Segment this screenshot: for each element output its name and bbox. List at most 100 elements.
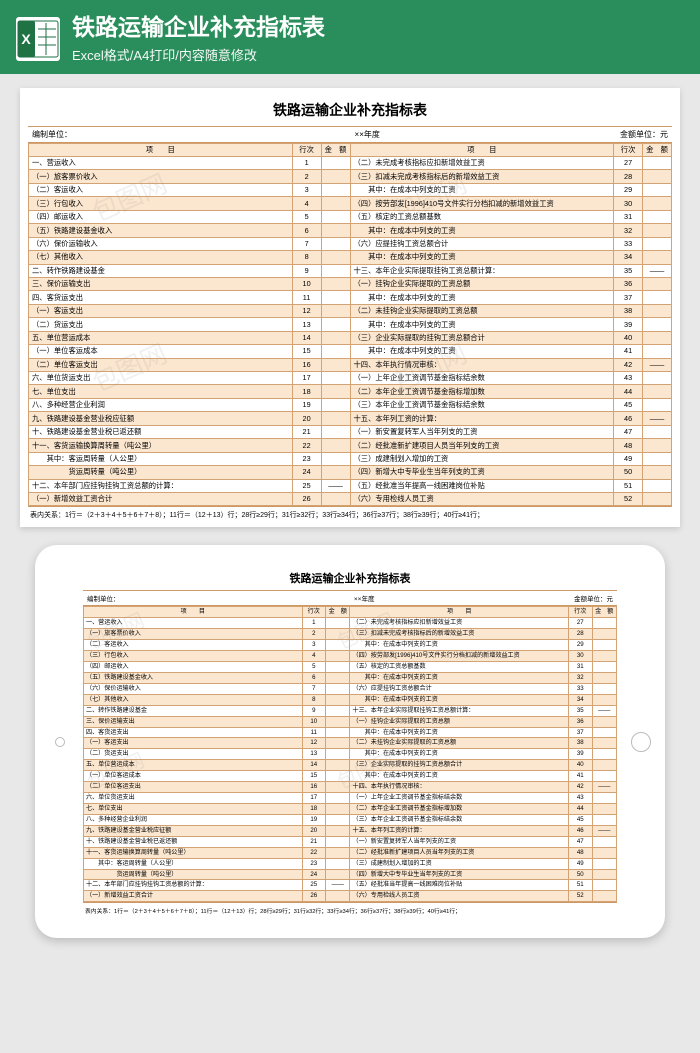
cell-rownum: 19 (302, 814, 326, 825)
cell-rownum: 7 (302, 683, 326, 694)
cell-rownum: 23 (292, 452, 321, 465)
cell-amount (592, 880, 616, 891)
cell-amount (326, 771, 350, 782)
cell-item: 七、单位支出 (84, 804, 303, 815)
table-row: 十、铁路建设基金营业税已返还额21（一）新安置复转军人当年列支的工资47 (84, 836, 617, 847)
cell-item: （三）本年企业工资调节基金指标结余数 (350, 398, 614, 411)
cell-item: 五、单位营运成本 (84, 760, 303, 771)
cell-amount (326, 814, 350, 825)
cell-item: （一）单位客运成本 (29, 345, 293, 358)
cell-rownum: 34 (569, 694, 593, 705)
cell-amount (321, 224, 350, 237)
table-row: 十、铁路建设基金营业税已返还额21（一）新安置复转军人当年列支的工资47 (29, 425, 672, 438)
cell-item: 三、保价运输支出 (84, 716, 303, 727)
cell-rownum: 11 (302, 727, 326, 738)
cell-amount (326, 793, 350, 804)
cell-item: 六、单位货运支出 (84, 793, 303, 804)
th-row: 行次 (569, 607, 593, 618)
cell-item: （一）旅客票价收入 (84, 629, 303, 640)
cell-amount (643, 170, 672, 183)
cell-rownum: 43 (614, 372, 643, 385)
table-row: 货运周转量（吨公里）24（四）新增大中专毕业生当年列支的工资50 (84, 869, 617, 880)
cell-amount (326, 694, 350, 705)
cell-rownum: 22 (302, 847, 326, 858)
cell-item: 十三、本年企业实际提取挂钩工资总额计算： (350, 705, 569, 716)
cell-item: 二、转作铁路建设基金 (84, 705, 303, 716)
cell-amount (326, 629, 350, 640)
cell-rownum: 30 (614, 197, 643, 210)
cell-amount (321, 157, 350, 170)
cell-rownum: 12 (302, 738, 326, 749)
cell-rownum: 47 (569, 836, 593, 847)
cell-rownum: 27 (569, 618, 593, 629)
cell-amount (321, 264, 350, 277)
sheet-footnote: 表内关系：1行＝（2＋3＋4＋5＋6＋7＋8）；11行＝（12＋13）行；28行… (28, 506, 672, 521)
th-item: 项 目 (84, 607, 303, 618)
cell-rownum: 35 (569, 705, 593, 716)
cell-item: 十二、本年部门应挂钩挂钩工资总额的计算： (84, 880, 303, 891)
cell-item: （五）经批准当年提高一线困难岗位补贴 (350, 479, 614, 492)
table-row: （一）客运支出12（二）未挂钩企业实际提取的工资总额38 (84, 738, 617, 749)
cell-amount: —— (592, 782, 616, 793)
cell-rownum: 1 (302, 618, 326, 629)
cell-amount (321, 425, 350, 438)
cell-amount (321, 345, 350, 358)
cell-item: （三）成建制划入增加的工资 (350, 858, 569, 869)
cell-amount: —— (643, 412, 672, 425)
cell-item: （一）上年企业工资调节基金指标结余数 (350, 793, 569, 804)
cell-rownum: 18 (302, 804, 326, 815)
cell-amount (592, 738, 616, 749)
cell-amount (321, 291, 350, 304)
cell-amount (326, 738, 350, 749)
cell-rownum: 20 (302, 825, 326, 836)
cell-item: （二）客运收入 (29, 183, 293, 196)
cell-item: （二）本年企业工资调节基金指标增加数 (350, 804, 569, 815)
table-row: 五、单位营运成本14（三）企业实际提取的挂钩工资总额合计40 (29, 331, 672, 344)
cell-rownum: 5 (292, 210, 321, 223)
cell-rownum: 33 (614, 237, 643, 250)
table-row: 七、单位支出18（二）本年企业工资调节基金指标增加数44 (84, 804, 617, 815)
cell-amount (321, 237, 350, 250)
cell-rownum: 31 (614, 210, 643, 223)
cell-rownum: 48 (614, 439, 643, 452)
cell-rownum: 49 (614, 452, 643, 465)
cell-item: （二）未挂钩企业实际提取的工资总额 (350, 304, 614, 317)
cell-item: 其中：在成本中列支的工资 (350, 672, 569, 683)
table-row: 八、多种经营企业利润19（三）本年企业工资调节基金指标结余数45 (84, 814, 617, 825)
cell-rownum: 7 (292, 237, 321, 250)
cell-item: （四）新增大中专毕业生当年列支的工资 (350, 466, 614, 479)
table-row: （一）旅客票价收入2（三）扣减未完成考核指标后的新增效益工资28 (29, 170, 672, 183)
cell-amount (643, 183, 672, 196)
table-row: （三）行包收入4（四）按劳部发[1996]410号文件实行分档扣减的新增效益工资… (29, 197, 672, 210)
cell-amount (321, 318, 350, 331)
cell-amount (326, 749, 350, 760)
cell-item: 其中：在成本中列支的工资 (350, 291, 614, 304)
table-row: 五、单位营运成本14（三）企业实际提取的挂钩工资总额合计40 (84, 760, 617, 771)
th-amt: 金 额 (643, 143, 672, 156)
cell-item: （一）新安置复转军人当年列支的工资 (350, 425, 614, 438)
cell-item: 三、保价运输支出 (29, 277, 293, 290)
cell-item: （五）经批准当年提高一线困难岗位补贴 (350, 880, 569, 891)
table-row: 三、保价运输支出10（一）挂钩企业实际提取的工资总额36 (84, 716, 617, 727)
cell-rownum: 3 (292, 183, 321, 196)
cell-item: （三）行包收入 (29, 197, 293, 210)
th-row: 行次 (614, 143, 643, 156)
cell-item: （二）货运支出 (29, 318, 293, 331)
table-row: （四）邮运收入5（五）核定的工资总额基数31 (29, 210, 672, 223)
cell-rownum: 51 (569, 880, 593, 891)
table-row: （一）旅客票价收入2（三）扣减未完成考核指标后的新增效益工资28 (84, 629, 617, 640)
cell-item: 其中：在成本中列支的工资 (350, 251, 614, 264)
cell-amount (592, 814, 616, 825)
cell-amount (643, 291, 672, 304)
cell-rownum: 47 (614, 425, 643, 438)
cell-amount (592, 760, 616, 771)
cell-rownum: 22 (292, 439, 321, 452)
cell-rownum: 6 (302, 672, 326, 683)
cell-rownum: 36 (614, 277, 643, 290)
table-row: （七）其他收入8 其中：在成本中列支的工资34 (84, 694, 617, 705)
cell-item: （三）成建制划入增加的工资 (350, 452, 614, 465)
cell-amount (592, 847, 616, 858)
table-row: （二）货运支出13 其中：在成本中列支的工资39 (84, 749, 617, 760)
cell-item: 二、转作铁路建设基金 (29, 264, 293, 277)
cell-rownum: 14 (292, 331, 321, 344)
